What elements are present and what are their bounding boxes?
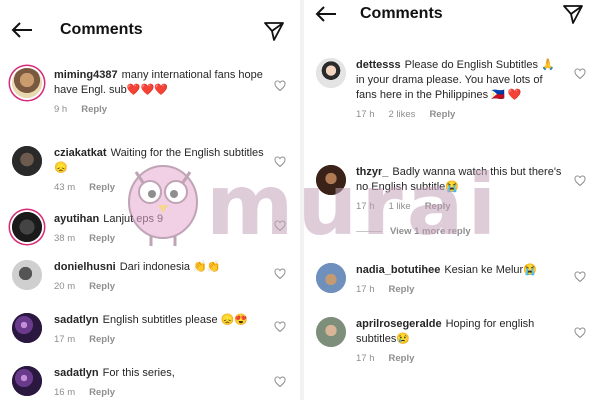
reply-button[interactable]: Reply [425,201,451,212]
comment-item: sadatlyn English subtitles please 😞😍 17 m… [0,313,300,353]
comment-time: 38 m [54,233,76,244]
comment-time: 43 m [54,182,76,193]
comment-username[interactable]: donielhusni [54,261,116,273]
comment-username[interactable]: dettesss [356,59,401,71]
heart-icon[interactable] [274,268,286,280]
comment-time: 9 h [54,104,68,115]
send-icon[interactable] [263,20,285,42]
avatar[interactable] [12,146,42,176]
reply-button[interactable]: Reply [89,334,115,345]
comment-item: nadia_botutihee Kesian ke Melur😭 17 h Repl… [304,263,600,299]
comments-panel-left: Comments miming4387 many international fa… [0,0,300,400]
reply-button[interactable]: Reply [89,281,115,292]
avatar[interactable] [12,366,42,396]
comment-username[interactable]: nadia_botutihee [356,264,440,276]
comment-time: 16 m [54,387,76,398]
header: Comments [304,0,600,30]
comment-time: 17 h [356,284,375,295]
avatar[interactable] [316,165,346,195]
avatar[interactable] [12,313,42,343]
comment-username[interactable]: thzyr_ [356,166,388,178]
header: Comments [0,0,300,41]
heart-icon[interactable] [274,156,286,168]
avatar[interactable] [12,212,42,242]
comment-time: 17 h [356,353,375,364]
comment-time: 17 m [54,334,76,345]
send-icon[interactable] [562,3,584,25]
comment-time: 17 h [356,109,375,120]
comment-item: dettesss Please do English Subtitles 🙏 in… [304,58,600,120]
like-count[interactable]: 2 likes [389,109,416,120]
comment-item: thzyr_ Badly wanna watch this but there's… [304,165,600,215]
comment-username[interactable]: aprilrosegeralde [356,318,442,330]
avatar[interactable] [12,68,42,98]
reply-button[interactable]: Reply [89,182,115,193]
comment-username[interactable]: sadatlyn [54,314,99,326]
heart-icon[interactable] [574,68,586,80]
comment-time: 17 h [356,201,375,212]
heart-icon[interactable] [274,220,286,232]
comment-text: Lanjut eps 9 [103,213,164,225]
comment-item: cziakatkat Waiting for the English subtit… [0,146,300,196]
avatar[interactable] [12,260,42,290]
avatar[interactable] [316,58,346,88]
reply-button[interactable]: Reply [81,104,107,115]
comments-panel-right: Comments dettesss Please do English Subti… [304,0,600,400]
back-arrow-icon[interactable] [314,4,338,24]
comment-username[interactable]: miming4387 [54,69,118,81]
comment-item: ayutihan Lanjut eps 9 38 m Reply [0,212,300,252]
comment-text: For this series, [102,367,175,379]
reply-button[interactable]: Reply [389,353,415,364]
like-count[interactable]: 1 like [389,201,411,212]
view-more-replies-link[interactable]: View 1 more reply [356,226,471,237]
comment-item: miming4387 many international fans hope h… [0,68,300,118]
comment-username[interactable]: ayutihan [54,213,99,225]
avatar[interactable] [316,317,346,347]
comment-item: donielhusni Dari indonesia 👏👏 20 m Reply [0,260,300,300]
heart-icon[interactable] [574,327,586,339]
back-arrow-icon[interactable] [10,20,34,40]
heart-icon[interactable] [574,271,586,283]
comment-time: 20 m [54,281,76,292]
comment-text: English subtitles please 😞😍 [102,314,249,326]
reply-button[interactable]: Reply [89,233,115,244]
page-title: Comments [360,5,443,22]
comment-username[interactable]: sadatlyn [54,367,99,379]
heart-icon[interactable] [574,175,586,187]
comment-item: aprilrosegeralde Hoping for english subti… [304,317,600,367]
heart-icon[interactable] [274,321,286,333]
reply-button[interactable]: Reply [389,284,415,295]
comment-text: Kesian ke Melur😭 [444,264,537,276]
page-title: Comments [60,21,143,38]
reply-button[interactable]: Reply [429,109,455,120]
comment-item: sadatlyn For this series, 16 m Reply [0,366,300,400]
heart-icon[interactable] [274,80,286,92]
comment-text: Dari indonesia 👏👏 [119,261,221,273]
reply-button[interactable]: Reply [89,387,115,398]
avatar[interactable] [316,263,346,293]
heart-icon[interactable] [274,376,286,388]
comment-username[interactable]: cziakatkat [54,147,107,159]
